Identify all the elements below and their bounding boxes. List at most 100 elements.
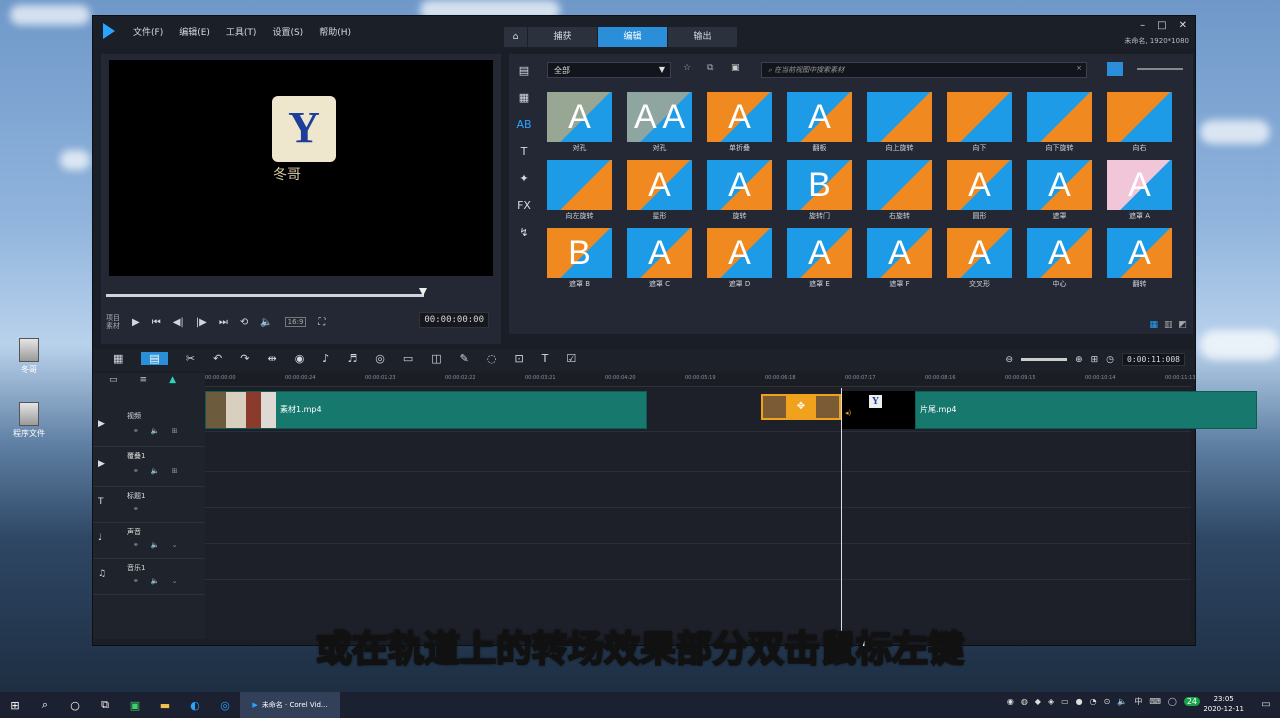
fit-project-icon[interactable]: ⊞ bbox=[1091, 355, 1099, 365]
tray-app-icon[interactable]: ⊙ bbox=[1104, 697, 1111, 706]
menu-settings[interactable]: 设置(S) bbox=[272, 25, 303, 38]
instant-project-icon[interactable]: ▦ bbox=[519, 91, 529, 104]
transition-tile[interactable]: 向左旋转 bbox=[547, 160, 612, 224]
tray-app-icon[interactable]: ◔ bbox=[1090, 697, 1097, 706]
play-icon[interactable]: ▶ bbox=[132, 317, 140, 328]
tray-app-icon[interactable]: ◯ bbox=[1168, 697, 1177, 706]
transition-tile[interactable]: B 旋转门 bbox=[787, 160, 852, 224]
graphics-icon[interactable]: ✦ bbox=[519, 172, 528, 185]
link-icon[interactable]: ⚭ bbox=[133, 467, 139, 475]
mask-icon[interactable]: ✎ bbox=[460, 352, 469, 365]
transition-tile[interactable]: A 遮罩 bbox=[1027, 160, 1092, 224]
search-icon[interactable]: ⌕ bbox=[30, 692, 60, 718]
time-remap-icon[interactable]: ◌ bbox=[487, 352, 497, 365]
taskbar-clock[interactable]: 23:05 2020-12-11 bbox=[1203, 694, 1244, 714]
link-icon[interactable]: ⚭ bbox=[133, 541, 139, 549]
title-icon[interactable]: T bbox=[521, 145, 528, 158]
tray-app-icon[interactable]: ● bbox=[1076, 697, 1083, 706]
tray-app-icon[interactable]: ◈ bbox=[1048, 697, 1054, 706]
transition-tile[interactable]: A 遮罩 F bbox=[867, 228, 932, 292]
tray-app-icon[interactable]: ◉ bbox=[1007, 697, 1014, 706]
minimize-icon[interactable]: – bbox=[1140, 20, 1145, 31]
chapter-icon[interactable]: ≡ bbox=[140, 375, 148, 385]
category-select[interactable]: 全部 ▼ bbox=[547, 62, 671, 78]
zoom-out-icon[interactable]: ⊖ bbox=[1006, 355, 1014, 365]
audio-mixer-icon[interactable]: ♪ bbox=[322, 352, 329, 365]
mute-icon[interactable]: 🔈 bbox=[151, 467, 160, 475]
tab-share[interactable]: 输出 bbox=[668, 27, 738, 47]
3d-title-icon[interactable]: T bbox=[542, 352, 549, 365]
menu-tools[interactable]: 工具(T) bbox=[226, 25, 257, 38]
expand-icon[interactable]: ⌄ bbox=[172, 541, 178, 549]
browser-icon[interactable]: ◎ bbox=[210, 692, 240, 718]
close-icon[interactable]: ✕ bbox=[1179, 20, 1187, 31]
grid-icon[interactable]: ⊞ bbox=[172, 467, 178, 475]
redo-icon[interactable]: ↷ bbox=[240, 352, 249, 365]
tools-icon[interactable]: ✂ bbox=[186, 352, 195, 365]
edge-icon[interactable]: ◐ bbox=[180, 692, 210, 718]
transition-tile[interactable]: A 对孔 bbox=[547, 92, 612, 156]
grid-icon[interactable]: ⊞ bbox=[172, 427, 178, 435]
maximize-icon[interactable]: □ bbox=[1157, 20, 1166, 31]
transition-tile[interactable]: 向上旋转 bbox=[867, 92, 932, 156]
timecode-display[interactable]: 00:00:00:00 bbox=[419, 312, 489, 328]
transition-tile[interactable]: A 遮罩 A bbox=[1107, 160, 1172, 224]
track-manager-icon[interactable]: ▭ bbox=[109, 375, 118, 385]
repeat-icon[interactable]: ⟲ bbox=[240, 317, 248, 328]
network-icon[interactable]: ▭ bbox=[1061, 697, 1069, 706]
notification-badge[interactable]: 24 bbox=[1183, 697, 1200, 706]
folder-icon[interactable]: ▬ bbox=[150, 692, 180, 718]
path-icon[interactable]: ↯ bbox=[519, 226, 528, 239]
folder-icon[interactable]: ▣ bbox=[731, 63, 740, 73]
motion-track-icon[interactable]: ◎ bbox=[375, 352, 385, 365]
volume-icon[interactable]: 🔈 bbox=[260, 317, 272, 328]
speaker-icon[interactable]: 🔈 bbox=[1117, 697, 1127, 706]
video-clip-1[interactable]: 素材1.mp4 bbox=[205, 391, 647, 429]
desktop-icon-2[interactable]: 程序文件 bbox=[12, 402, 46, 439]
transition-icon[interactable]: AB bbox=[516, 118, 531, 131]
transition-tile[interactable]: A 圆形 bbox=[947, 160, 1012, 224]
transition-tile[interactable]: 右旋转 bbox=[867, 160, 932, 224]
transition-tile[interactable]: A A 对孔 bbox=[627, 92, 692, 156]
end-icon[interactable]: ⏭ bbox=[219, 317, 228, 328]
crop-icon[interactable]: ⊡ bbox=[514, 352, 523, 365]
action-center-icon[interactable]: ▭ bbox=[1252, 692, 1280, 718]
media-icon[interactable]: ▤ bbox=[519, 64, 529, 77]
prev-frame-icon[interactable]: ◀| bbox=[173, 317, 184, 328]
mute-icon[interactable]: 🔈 bbox=[151, 427, 160, 435]
auto-music-icon[interactable]: ♬ bbox=[347, 352, 357, 365]
next-frame-icon[interactable]: |▶ bbox=[196, 317, 207, 328]
excel-icon[interactable]: ▣ bbox=[120, 692, 150, 718]
aspect-ratio-button[interactable]: 16:9 bbox=[284, 317, 307, 327]
undo-icon[interactable]: ↶ bbox=[213, 352, 222, 365]
thumbnail-size-slider[interactable] bbox=[1137, 68, 1183, 70]
checklist-icon[interactable]: ☑ bbox=[566, 352, 576, 365]
search-input[interactable]: ⌕ 在当前视图中搜索素材 × bbox=[761, 62, 1087, 78]
subtitle-editor-icon[interactable]: ▭ bbox=[403, 352, 413, 365]
menu-help[interactable]: 帮助(H) bbox=[319, 25, 351, 38]
tab-capture[interactable]: 捕获 bbox=[528, 27, 598, 47]
ime-indicator[interactable]: 中 bbox=[1134, 696, 1142, 707]
transition-tile[interactable]: 向右 bbox=[1107, 92, 1172, 156]
transition-tile[interactable]: 向下 bbox=[947, 92, 1012, 156]
transition-tile[interactable]: A 星形 bbox=[627, 160, 692, 224]
ripple-edit-icon[interactable]: ▲ bbox=[169, 375, 176, 385]
favorite-add-icon[interactable]: ☆ bbox=[683, 63, 691, 73]
transition-tile[interactable]: A 中心 bbox=[1027, 228, 1092, 292]
transition-tile[interactable]: A 翻板 bbox=[787, 92, 852, 156]
keyboard-icon[interactable]: ⌨ bbox=[1149, 697, 1161, 706]
link-icon[interactable]: ⚭ bbox=[133, 505, 139, 513]
transition-tile[interactable]: 向下旋转 bbox=[1027, 92, 1092, 156]
mode-switch[interactable]: 项目 素材 bbox=[106, 314, 120, 330]
apply-transition-icon[interactable]: ⧉ bbox=[707, 63, 713, 73]
resize-icon[interactable]: ⛶ bbox=[318, 317, 325, 328]
menu-edit[interactable]: 编辑(E) bbox=[179, 25, 210, 38]
multi-cam-icon[interactable]: ◫ bbox=[431, 352, 441, 365]
scrubber-handle[interactable] bbox=[419, 288, 427, 296]
fit-icon[interactable]: ⇹ bbox=[267, 352, 276, 365]
record-icon[interactable]: ◉ bbox=[295, 352, 305, 365]
transition-tile[interactable]: A 遮罩 D bbox=[707, 228, 772, 292]
transition-tile[interactable]: A 单折叠 bbox=[707, 92, 772, 156]
taskbar-corel-item[interactable]: ▶ 未命名 · Corel Vid... bbox=[240, 692, 340, 718]
transition-tile[interactable]: A 遮罩 C bbox=[627, 228, 692, 292]
